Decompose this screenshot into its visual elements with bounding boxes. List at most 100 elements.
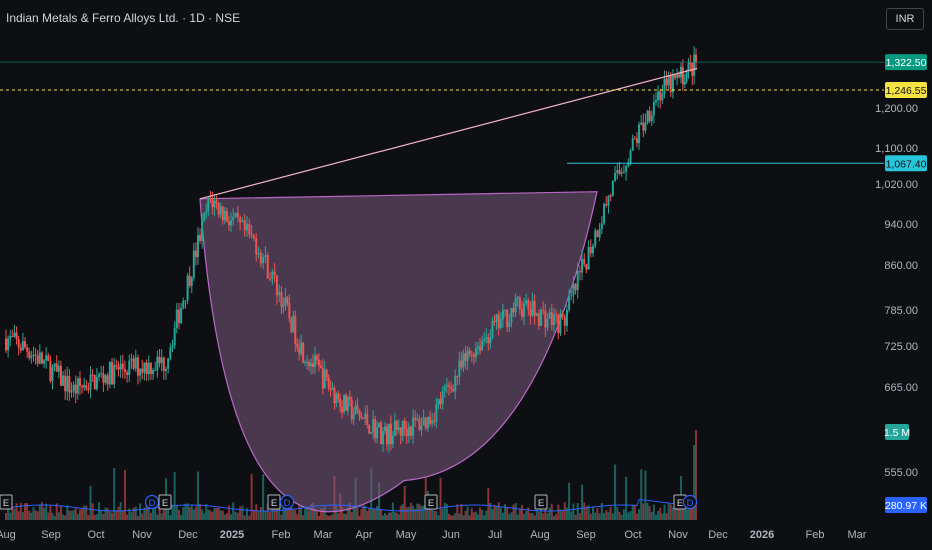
time-label: Nov	[132, 529, 152, 541]
volume-bar	[399, 505, 402, 520]
volume-bar	[337, 513, 340, 520]
earnings-marker[interactable]: E	[424, 494, 438, 510]
volume-bar	[669, 504, 672, 520]
candle	[646, 109, 649, 125]
earnings-marker[interactable]: E	[158, 494, 172, 510]
volume-bar	[64, 515, 67, 520]
symbol-title[interactable]: Indian Metals & Ferro Alloys Ltd. · 1D ·…	[6, 11, 240, 25]
currency-button[interactable]: INR	[886, 8, 924, 30]
volume-bar	[156, 514, 159, 520]
volume-bar	[481, 509, 484, 520]
volume-ma-badge: 280.97 K	[885, 497, 927, 513]
volume-bar	[454, 513, 457, 520]
earnings-marker[interactable]: E	[534, 494, 548, 510]
time-label: Oct	[87, 529, 104, 541]
volume-bar	[93, 514, 96, 520]
volume-bar	[383, 513, 386, 520]
earnings-marker[interactable]: E	[0, 494, 13, 510]
volume-bar	[518, 508, 521, 520]
volume-bar	[117, 506, 120, 520]
volume-bar	[458, 513, 461, 520]
volume-bar	[223, 514, 226, 520]
volume-bar	[203, 513, 206, 520]
volume-bar	[111, 512, 114, 520]
volume-bar	[201, 509, 204, 520]
volume-bar	[443, 502, 446, 520]
volume-bar	[234, 511, 237, 520]
candle	[368, 424, 371, 435]
volume-bar	[435, 511, 438, 520]
volume-bar	[85, 505, 88, 520]
volume-bar	[611, 513, 614, 520]
volume-bar	[550, 503, 553, 520]
volume-bar	[104, 507, 107, 520]
volume-bar	[499, 507, 502, 520]
volume-bar	[572, 503, 575, 520]
volume-bar	[350, 512, 353, 520]
volume-bar	[213, 508, 216, 520]
volume-bar	[298, 503, 301, 520]
price-chart[interactable]: 1,200.00 1,100.00 1,020.00 940.00 860.00 785.…	[0, 0, 932, 550]
volume-bar	[450, 515, 453, 520]
volume-bar	[504, 504, 507, 520]
volume-bar	[472, 512, 475, 520]
volume-bar	[441, 508, 444, 520]
volume-bar	[250, 474, 253, 520]
volume-bar	[397, 514, 400, 520]
volume-bar	[47, 512, 50, 520]
dividend-marker[interactable]: D	[144, 494, 160, 510]
volume-bar	[479, 507, 482, 520]
earnings-marker[interactable]: E	[267, 494, 281, 510]
time-label: Sep	[576, 529, 596, 541]
price-tick-label: 725.00	[884, 341, 918, 353]
volume-bar	[121, 510, 124, 520]
price-tick-label: 555.00	[884, 467, 918, 479]
volume-bar	[644, 470, 647, 520]
volume-bar	[304, 506, 307, 520]
volume-bar	[95, 514, 98, 520]
volume-bar	[376, 505, 379, 520]
candle	[380, 420, 383, 445]
candle	[40, 351, 43, 365]
volume-bar	[81, 508, 84, 520]
support-level-badge: 1,067.40	[885, 155, 927, 172]
volume-bar	[175, 504, 178, 520]
time-label: Aug	[530, 529, 550, 541]
volume-bar	[17, 511, 20, 520]
volume-bar	[592, 506, 594, 520]
volume-bar	[409, 502, 412, 520]
candle	[111, 357, 114, 386]
volume-bar	[646, 502, 649, 520]
volume-bar	[516, 514, 519, 520]
volume-bar	[68, 510, 71, 520]
volume-bar	[30, 512, 33, 520]
volume-bar	[456, 504, 459, 520]
volume-bar	[407, 506, 410, 520]
svg-text:D: D	[149, 498, 156, 509]
volume-bar	[76, 514, 79, 520]
volume-bar	[648, 505, 651, 520]
volume-bar	[501, 512, 504, 520]
volume-bar	[329, 515, 332, 520]
volume-bar	[529, 513, 532, 520]
volume-bar	[136, 515, 139, 520]
svg-text:E: E	[538, 498, 544, 509]
volume-bar	[152, 507, 155, 520]
volume-bar	[49, 505, 52, 520]
volume-bar	[546, 513, 549, 520]
volume-bar	[395, 512, 398, 520]
dividend-marker[interactable]: D	[279, 494, 295, 510]
volume-bar	[169, 515, 172, 520]
svg-text:D: D	[687, 498, 694, 509]
volume-bar	[609, 506, 612, 520]
volume-bar	[681, 509, 684, 520]
volume-bar	[548, 507, 551, 520]
svg-text:E: E	[677, 498, 683, 509]
volume-bar	[149, 512, 152, 520]
svg-text:1,322.50: 1,322.50	[886, 57, 927, 69]
volume-bar	[91, 503, 94, 520]
dividend-marker[interactable]: D	[682, 494, 698, 510]
candle	[603, 202, 606, 226]
volume-bar	[523, 514, 526, 520]
volume-bar	[123, 469, 126, 520]
